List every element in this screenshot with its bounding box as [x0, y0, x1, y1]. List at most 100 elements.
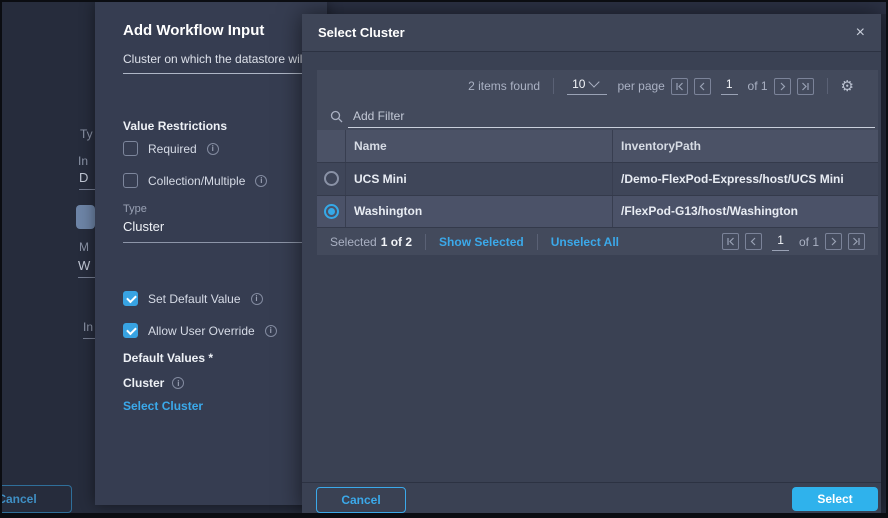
previous-page-icon: [749, 237, 758, 246]
backdrop-label-fragment: In: [78, 154, 88, 168]
page-number-value: 1: [726, 77, 733, 91]
show-selected-link[interactable]: Show Selected: [439, 235, 524, 249]
allow-user-override-checkbox-row[interactable]: Allow User Override i: [123, 323, 277, 338]
collection-multiple-label: Collection/Multiple: [148, 174, 245, 188]
row-name: Washington: [345, 196, 612, 228]
page-number-input[interactable]: 1: [772, 233, 789, 251]
page-size-value: 10: [572, 77, 585, 91]
set-default-value-label: Set Default Value: [148, 292, 241, 306]
info-icon[interactable]: i: [265, 325, 277, 337]
next-page-icon: [778, 82, 787, 91]
radio-selected-icon[interactable]: [324, 204, 339, 219]
radio-unselected-icon[interactable]: [324, 171, 339, 186]
page-number-value: 1: [777, 233, 784, 247]
collection-multiple-checkbox-row[interactable]: Collection/Multiple i: [123, 173, 267, 188]
page-stage: Ty In D M W In Cancel Add Workflow Input…: [2, 2, 886, 513]
next-page-icon: [829, 237, 838, 246]
required-checkbox[interactable]: [123, 141, 138, 156]
backdrop-label-fragment: Ty: [80, 127, 93, 141]
info-icon[interactable]: i: [251, 293, 263, 305]
row-inventorypath: /Demo-FlexPod-Express/host/UCS Mini: [612, 163, 878, 195]
allow-user-override-label: Allow User Override: [148, 324, 255, 338]
page-of-label: of 1: [799, 235, 819, 249]
table-row[interactable]: Washington /FlexPod-G13/host/Washington: [317, 195, 878, 228]
previous-page-button[interactable]: [694, 78, 711, 95]
set-default-value-checkbox[interactable]: [123, 291, 138, 306]
default-cluster-label: Cluster: [123, 376, 164, 390]
collection-multiple-checkbox[interactable]: [123, 173, 138, 188]
toolbar-divider: [827, 78, 828, 94]
backdrop-label-fragment: M: [79, 240, 89, 254]
default-values-heading: Default Values *: [123, 351, 213, 365]
info-icon[interactable]: i: [255, 175, 267, 187]
type-label: Type: [123, 203, 147, 215]
page-size-select[interactable]: 10: [567, 77, 607, 95]
column-header-inventorypath[interactable]: InventoryPath: [612, 130, 878, 162]
row-name: UCS Mini: [345, 163, 612, 195]
set-default-value-checkbox-row[interactable]: Set Default Value i: [123, 291, 263, 306]
search-icon: [330, 110, 343, 123]
filter-row: Add Filter: [317, 103, 878, 131]
first-page-button[interactable]: [722, 233, 739, 250]
last-page-button[interactable]: [797, 78, 814, 95]
selection-pagination: 1 of 1: [716, 233, 865, 251]
items-found-label: 2 items found: [468, 79, 540, 93]
last-page-button[interactable]: [848, 233, 865, 250]
value-restrictions-heading: Value Restrictions: [123, 119, 227, 133]
next-page-button[interactable]: [825, 233, 842, 250]
modal-title: Select Cluster: [318, 25, 405, 40]
row-radio-cell[interactable]: [317, 163, 345, 195]
toolbar-divider: [553, 78, 554, 94]
allow-user-override-checkbox[interactable]: [123, 323, 138, 338]
description-input[interactable]: Cluster on which the datastore will: [123, 52, 327, 74]
row-inventorypath: /FlexPod-G13/host/Washington: [612, 196, 878, 228]
modal-header: Select Cluster ×: [302, 14, 881, 52]
modal-footer: Cancel Select: [302, 482, 881, 513]
selection-bar: Selected 1 of 2 Show Selected Unselect A…: [317, 227, 878, 255]
backdrop-button-fragment: [76, 205, 95, 229]
required-checkbox-row[interactable]: Required i: [123, 141, 219, 156]
info-icon[interactable]: i: [172, 377, 184, 389]
cluster-table: 2 items found 10 per page 1 of 1: [317, 70, 878, 255]
first-page-icon: [726, 237, 735, 246]
type-dropdown-value: Cluster: [123, 219, 164, 234]
table-toolbar: 2 items found 10 per page 1 of 1: [317, 70, 878, 103]
backdrop-input-fragment: D: [79, 170, 96, 190]
previous-page-icon: [698, 82, 707, 91]
backdrop-cancel-button: Cancel: [2, 485, 72, 513]
select-button[interactable]: Select: [792, 487, 878, 511]
table-row[interactable]: UCS Mini /Demo-FlexPod-Express/host/UCS …: [317, 162, 878, 195]
add-workflow-input-panel: Add Workflow Input Cluster on which the …: [95, 2, 327, 505]
row-radio-cell[interactable]: [317, 196, 345, 228]
select-cluster-modal: Select Cluster × 2 items found 10 per pa…: [302, 14, 881, 513]
filter-input[interactable]: Add Filter: [353, 109, 404, 123]
selection-divider: [425, 234, 426, 250]
info-icon[interactable]: i: [207, 143, 219, 155]
last-page-icon: [801, 82, 810, 91]
panel-title: Add Workflow Input: [123, 22, 264, 39]
close-icon[interactable]: ×: [856, 25, 865, 41]
page-number-input[interactable]: 1: [721, 77, 738, 95]
default-cluster-row: Cluster i: [123, 376, 184, 390]
type-dropdown[interactable]: Cluster: [123, 219, 327, 243]
first-page-button[interactable]: [671, 78, 688, 95]
select-cluster-link[interactable]: Select Cluster: [123, 399, 203, 413]
chevron-down-icon: [589, 77, 600, 88]
cancel-button[interactable]: Cancel: [316, 487, 406, 513]
backdrop-input-fragment: W: [78, 258, 96, 278]
required-label: Required: [148, 142, 197, 156]
gear-icon[interactable]: ⚙: [841, 79, 854, 94]
selected-count: 1 of 2: [381, 235, 412, 249]
first-page-icon: [675, 82, 684, 91]
selected-label: Selected: [330, 235, 377, 249]
backdrop-cancel-label: Cancel: [2, 492, 37, 506]
page-of-label: of 1: [748, 79, 768, 93]
background-header-strip: [302, 2, 886, 14]
last-page-icon: [852, 237, 861, 246]
next-page-button[interactable]: [774, 78, 791, 95]
selection-divider: [537, 234, 538, 250]
previous-page-button[interactable]: [745, 233, 762, 250]
unselect-all-link[interactable]: Unselect All: [551, 235, 619, 249]
per-page-label: per page: [617, 79, 664, 93]
column-header-name[interactable]: Name: [345, 130, 612, 162]
